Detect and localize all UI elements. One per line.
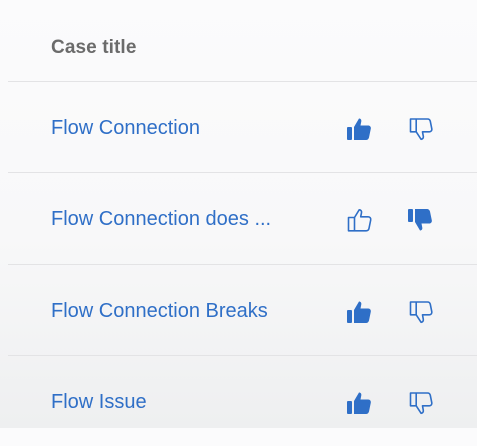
- case-title-link[interactable]: Flow Issue: [51, 391, 147, 414]
- case-title-link[interactable]: Flow Connection does ...: [51, 208, 271, 231]
- thumbs-down-button[interactable]: [405, 115, 435, 143]
- table-row: Flow Connection Breaks: [0, 265, 477, 355]
- table-row: Flow Issue: [0, 356, 477, 446]
- thumbs-up-filled-icon: [347, 392, 371, 414]
- thumbs-up-button[interactable]: [344, 115, 374, 143]
- thumbs-up-outline-icon: [347, 209, 372, 232]
- table-row: Flow Connection does ...: [0, 173, 477, 263]
- thumbs-down-filled-icon: [408, 209, 432, 231]
- column-header-case-title[interactable]: Case title: [51, 37, 136, 59]
- case-title-link[interactable]: Flow Connection: [51, 117, 200, 140]
- table-row: Flow Connection: [0, 82, 477, 172]
- thumbs-down-outline-icon: [409, 301, 433, 324]
- thumbs-up-filled-icon: [347, 301, 371, 323]
- table-header: Case title: [0, 0, 477, 82]
- thumbs-down-button[interactable]: [405, 206, 435, 234]
- thumbs-down-outline-icon: [409, 118, 433, 141]
- thumbs-down-button[interactable]: [405, 298, 435, 326]
- thumbs-up-filled-icon: [347, 118, 371, 140]
- thumbs-up-button[interactable]: [344, 206, 374, 234]
- thumbs-down-button[interactable]: [405, 389, 435, 417]
- thumbs-down-outline-icon: [409, 392, 433, 415]
- case-title-link[interactable]: Flow Connection Breaks: [51, 300, 268, 323]
- thumbs-up-button[interactable]: [344, 389, 374, 417]
- thumbs-up-button[interactable]: [344, 298, 374, 326]
- case-list-panel: Case title Flow Connection Flow Connecti…: [0, 0, 477, 428]
